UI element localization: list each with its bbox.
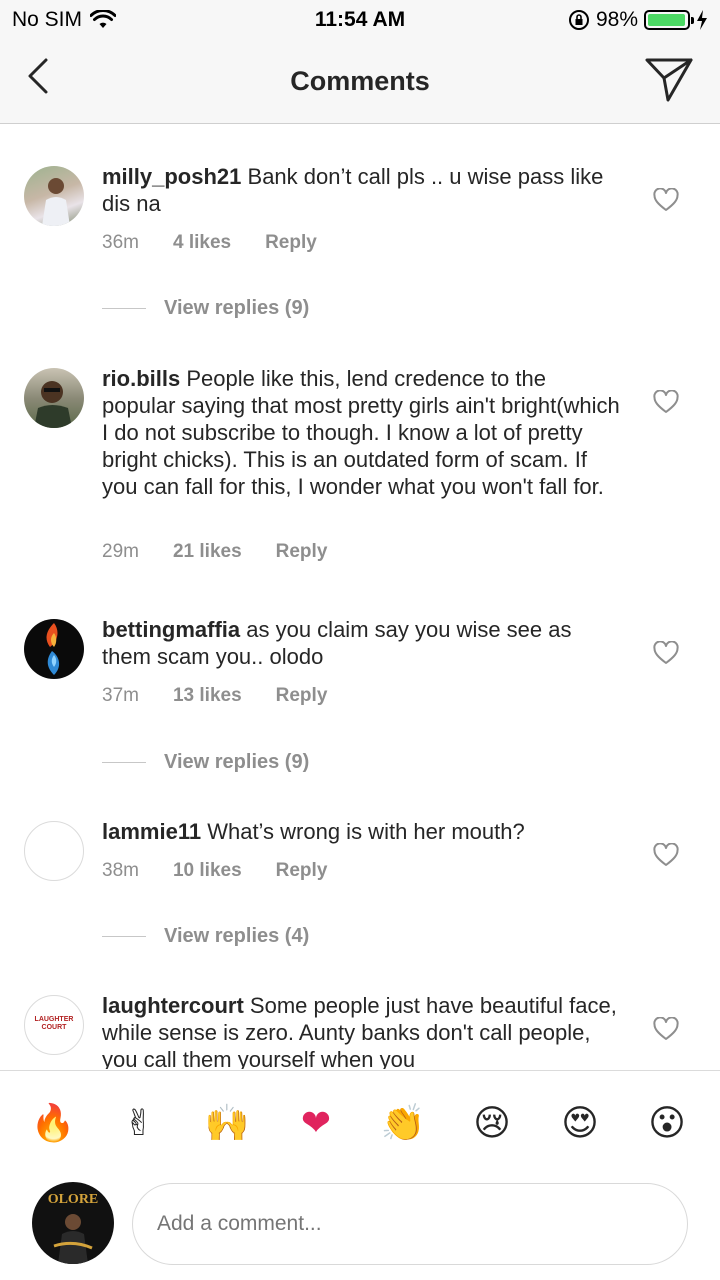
surprised-face-emoji-button[interactable]: 😮 bbox=[644, 1101, 690, 1147]
comment-input[interactable] bbox=[132, 1183, 688, 1265]
view-replies-button[interactable]: View replies (9) bbox=[102, 751, 309, 774]
replies-divider bbox=[102, 308, 146, 309]
comment-time: 29m bbox=[102, 541, 139, 562]
heart-eyes-emoji-button[interactable]: 😍 bbox=[557, 1101, 603, 1147]
avatar-image bbox=[42, 178, 70, 226]
avatar[interactable]: LAUGHTER COURT bbox=[24, 995, 84, 1055]
comment-text: rio.bills People like this, lend credenc… bbox=[102, 365, 622, 500]
view-replies-label: View replies (9) bbox=[164, 297, 310, 319]
raising-hands-emoji-button[interactable]: 🙌 bbox=[204, 1101, 250, 1147]
comment-username[interactable]: bettingmaffia bbox=[102, 617, 240, 642]
comment-username[interactable]: laughtercourt bbox=[102, 993, 244, 1018]
comment-username[interactable]: milly_posh21 bbox=[102, 164, 241, 189]
replies-divider bbox=[102, 936, 146, 937]
comment-text: lammie11 What’s wrong is with her mouth? bbox=[102, 818, 622, 845]
heart-icon[interactable] bbox=[653, 641, 679, 665]
comment-likes[interactable]: 13 likes bbox=[173, 685, 242, 707]
comment-username[interactable]: lammie11 bbox=[102, 819, 201, 844]
heart-icon[interactable] bbox=[653, 188, 679, 212]
comment-composer: OLORE bbox=[0, 1176, 720, 1280]
heart-icon[interactable] bbox=[653, 390, 679, 414]
reply-button[interactable]: Reply bbox=[276, 860, 328, 882]
avatar-logo-text: LAUGHTER COURT bbox=[34, 1016, 74, 1031]
page-title: Comments bbox=[290, 66, 430, 96]
view-replies-button[interactable]: View replies (9) bbox=[102, 297, 309, 320]
red-heart-emoji-button[interactable]: ❤ bbox=[293, 1101, 339, 1147]
status-bar: No SIM 11:54 AM 98% bbox=[0, 0, 720, 40]
reply-button[interactable]: Reply bbox=[276, 541, 328, 563]
comment-text: bettingmaffia as you claim say you wise … bbox=[102, 616, 622, 670]
paper-plane-icon[interactable] bbox=[644, 54, 694, 104]
comment-meta: 38m 10 likes Reply bbox=[102, 860, 361, 882]
comment-text: laughtercourt Some people just have beau… bbox=[102, 992, 622, 1069]
avatar-image bbox=[34, 381, 72, 428]
victory-hand-emoji-button[interactable]: ✌ bbox=[116, 1101, 162, 1147]
avatar[interactable] bbox=[24, 166, 84, 226]
avatar[interactable] bbox=[24, 619, 84, 679]
comment-time: 38m bbox=[102, 860, 139, 881]
view-replies-label: View replies (9) bbox=[164, 751, 310, 773]
comment-body: What’s wrong is with her mouth? bbox=[207, 819, 525, 844]
crying-face-emoji-button[interactable]: 😢 bbox=[469, 1101, 515, 1147]
heart-icon[interactable] bbox=[653, 843, 679, 867]
comment-body: People like this, lend credence to the p… bbox=[102, 366, 620, 499]
reply-button[interactable]: Reply bbox=[265, 232, 317, 254]
heart-icon[interactable] bbox=[653, 1017, 679, 1041]
clapping-hands-emoji-button[interactable]: 👏 bbox=[380, 1101, 426, 1147]
comment-time: 37m bbox=[102, 685, 139, 706]
emoji-quick-bar: 🔥 ✌ 🙌 ❤ 👏 😢 😍 😮 bbox=[0, 1070, 720, 1176]
battery-fill bbox=[648, 14, 686, 26]
comment-time: 36m bbox=[102, 232, 139, 253]
reply-button[interactable]: Reply bbox=[276, 685, 328, 707]
view-replies-label: View replies (4) bbox=[164, 925, 310, 947]
comment-username[interactable]: rio.bills bbox=[102, 366, 180, 391]
orientation-lock-icon bbox=[568, 10, 589, 30]
comment-text: milly_posh21 Bank don’t call pls .. u wi… bbox=[102, 163, 622, 217]
comment-meta: 36m 4 likes Reply bbox=[102, 232, 351, 254]
comments-list[interactable]: milly_posh21 Bank don’t call pls .. u wi… bbox=[0, 125, 720, 1069]
comment-likes[interactable]: 21 likes bbox=[173, 541, 242, 563]
comment-meta: 29m 21 likes Reply bbox=[102, 541, 361, 563]
battery-percent: 98% bbox=[595, 8, 638, 31]
comment-likes[interactable]: 4 likes bbox=[173, 232, 231, 254]
current-user-avatar[interactable]: OLORE bbox=[32, 1182, 114, 1264]
comment-likes[interactable]: 10 likes bbox=[173, 860, 242, 882]
view-replies-button[interactable]: View replies (4) bbox=[102, 925, 309, 948]
avatar[interactable] bbox=[24, 368, 84, 428]
nav-bar: Comments bbox=[0, 40, 720, 124]
fire-emoji-button[interactable]: 🔥 bbox=[30, 1101, 76, 1147]
replies-divider bbox=[102, 762, 146, 763]
comment-meta: 37m 13 likes Reply bbox=[102, 685, 361, 707]
battery-icon bbox=[644, 10, 694, 30]
avatar[interactable] bbox=[24, 821, 84, 881]
avatar-image bbox=[53, 1214, 93, 1264]
avatar-image bbox=[46, 623, 60, 675]
charging-bolt-icon bbox=[697, 10, 707, 30]
avatar-logo: LAUGHTER COURT bbox=[29, 1016, 79, 1032]
status-right: 98% bbox=[568, 8, 708, 32]
